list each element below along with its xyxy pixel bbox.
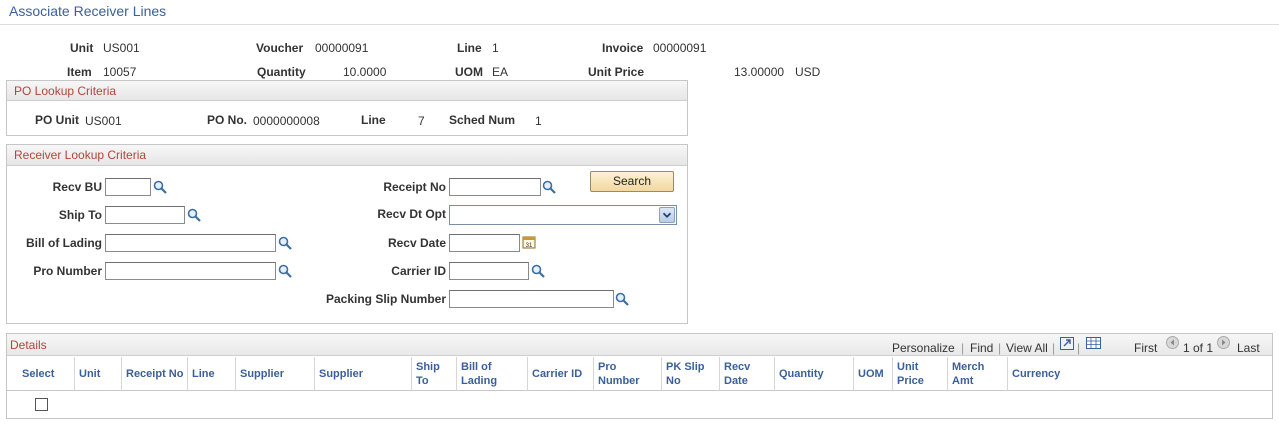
po-unit-label: PO Unit	[35, 113, 79, 127]
details-title: Details	[10, 338, 47, 352]
voucher-label: Voucher	[256, 41, 304, 55]
recv-dt-opt-label: Recv Dt Opt	[377, 207, 446, 221]
first-label: First	[1134, 341, 1158, 355]
recv-bu-input[interactable]	[105, 178, 151, 196]
unit-price-value: 13.00000	[734, 65, 785, 79]
col-carrier-id[interactable]: Carrier ID	[527, 357, 593, 391]
sched-num-label: Sched Num	[449, 113, 516, 127]
recv-bu-label: Recv BU	[52, 180, 102, 194]
po-lookup-title: PO Lookup Criteria	[7, 81, 687, 101]
voucher-value: 00000091	[315, 41, 369, 55]
calendar-icon[interactable]: 31	[522, 235, 536, 249]
recv-bu-lookup-icon[interactable]	[153, 180, 167, 194]
title-divider	[0, 24, 1279, 25]
receipt-no-input[interactable]	[449, 178, 541, 196]
col-supplier-name[interactable]: Supplier	[314, 357, 411, 391]
chevron-down-icon[interactable]	[659, 207, 675, 223]
page-title: Associate Receiver Lines	[9, 3, 167, 19]
separator: |	[998, 341, 1002, 355]
sched-num-value: 1	[535, 114, 542, 128]
invoice-value: 00000091	[653, 41, 707, 55]
currency-value: USD	[795, 65, 821, 79]
packing-slip-lookup-icon[interactable]	[615, 292, 629, 306]
col-unit[interactable]: Unit	[74, 357, 121, 391]
ship-to-label: Ship To	[58, 208, 102, 222]
col-ship-to[interactable]: Ship To	[411, 357, 456, 391]
pro-number-label: Pro Number	[33, 264, 102, 278]
separator: |	[961, 341, 965, 355]
view-all-link[interactable]: View All	[1006, 341, 1048, 355]
line-value: 1	[492, 41, 499, 55]
po-no-value: 0000000008	[253, 114, 320, 128]
col-quantity[interactable]: Quantity	[774, 357, 853, 391]
bill-of-lading-input[interactable]	[105, 234, 276, 252]
details-grid: Details Personalize | Find | View All | …	[6, 333, 1273, 419]
col-pro-number[interactable]: Pro Number	[593, 357, 661, 391]
next-icon[interactable]	[1217, 336, 1230, 349]
carrier-id-lookup-icon[interactable]	[531, 264, 545, 278]
packing-slip-input[interactable]	[449, 290, 614, 308]
packing-slip-label: Packing Slip Number	[325, 292, 446, 306]
po-lookup-group: PO Lookup Criteria PO Unit US001 PO No. …	[6, 80, 688, 136]
svg-text:31: 31	[526, 243, 533, 249]
unit-price-label: Unit Price	[588, 65, 645, 79]
bill-of-lading-label: Bill of Lading	[26, 236, 102, 250]
col-recv-date[interactable]: Recv Date	[719, 357, 774, 391]
zoom-grid-icon[interactable]	[1060, 337, 1074, 350]
last-label: Last	[1237, 341, 1260, 355]
receipt-no-lookup-icon[interactable]	[542, 180, 556, 194]
item-label: Item	[67, 65, 92, 79]
col-select[interactable]: Select	[7, 357, 74, 391]
col-unit-price[interactable]: Unit Price	[892, 357, 947, 391]
po-line-value: 7	[418, 114, 425, 128]
personalize-link[interactable]: Personalize	[892, 341, 955, 355]
pro-number-lookup-icon[interactable]	[278, 264, 292, 278]
ship-to-input[interactable]	[105, 206, 185, 224]
line-label: Line	[457, 41, 482, 55]
col-merch-amt[interactable]: Merch Amt	[947, 357, 1007, 391]
details-header-bar	[7, 334, 1272, 356]
invoice-label: Invoice	[602, 41, 644, 55]
po-line-label: Line	[361, 113, 386, 127]
previous-icon[interactable]	[1166, 336, 1179, 349]
po-no-label: PO No.	[207, 113, 248, 127]
col-pk-slip-no[interactable]: PK Slip No	[661, 357, 719, 391]
uom-label: UOM	[455, 65, 483, 79]
receiver-lookup-title: Receiver Lookup Criteria	[7, 145, 687, 166]
receiver-lookup-group: Receiver Lookup Criteria Recv BU Ship To…	[6, 144, 688, 324]
recv-date-input[interactable]	[449, 234, 520, 252]
column-header-row: Select Unit Receipt No Line Supplier Sup…	[7, 357, 1272, 391]
quantity-value: 10.0000	[343, 65, 387, 79]
receipt-no-label: Receipt No	[383, 180, 446, 194]
uom-value: EA	[492, 65, 509, 79]
page-indicator: 1 of 1	[1183, 341, 1214, 355]
carrier-id-input[interactable]	[449, 262, 529, 280]
col-receipt-no[interactable]: Receipt No	[121, 357, 187, 391]
bill-of-lading-lookup-icon[interactable]	[278, 236, 292, 250]
unit-value: US001	[103, 41, 140, 55]
separator: |	[1052, 341, 1056, 355]
recv-date-label: Recv Date	[387, 236, 446, 250]
quantity-label: Quantity	[257, 65, 306, 79]
find-link[interactable]: Find	[970, 341, 993, 355]
item-value: 10057	[103, 65, 137, 79]
search-button[interactable]: Search	[590, 171, 674, 192]
unit-label: Unit	[70, 41, 94, 55]
download-spreadsheet-icon[interactable]	[1086, 337, 1101, 349]
ship-to-lookup-icon[interactable]	[187, 208, 201, 222]
col-uom[interactable]: UOM	[853, 357, 892, 391]
row-select-checkbox[interactable]	[35, 398, 48, 411]
recv-dt-opt-select[interactable]	[449, 205, 677, 225]
separator: |	[1077, 341, 1081, 355]
carrier-id-label: Carrier ID	[391, 264, 446, 278]
col-bill-of-lading[interactable]: Bill of Lading	[456, 357, 527, 391]
col-currency[interactable]: Currency	[1007, 357, 1272, 391]
col-line[interactable]: Line	[187, 357, 235, 391]
po-unit-value: US001	[85, 114, 122, 128]
pro-number-input[interactable]	[105, 262, 276, 280]
col-supplier-id[interactable]: Supplier	[235, 357, 314, 391]
